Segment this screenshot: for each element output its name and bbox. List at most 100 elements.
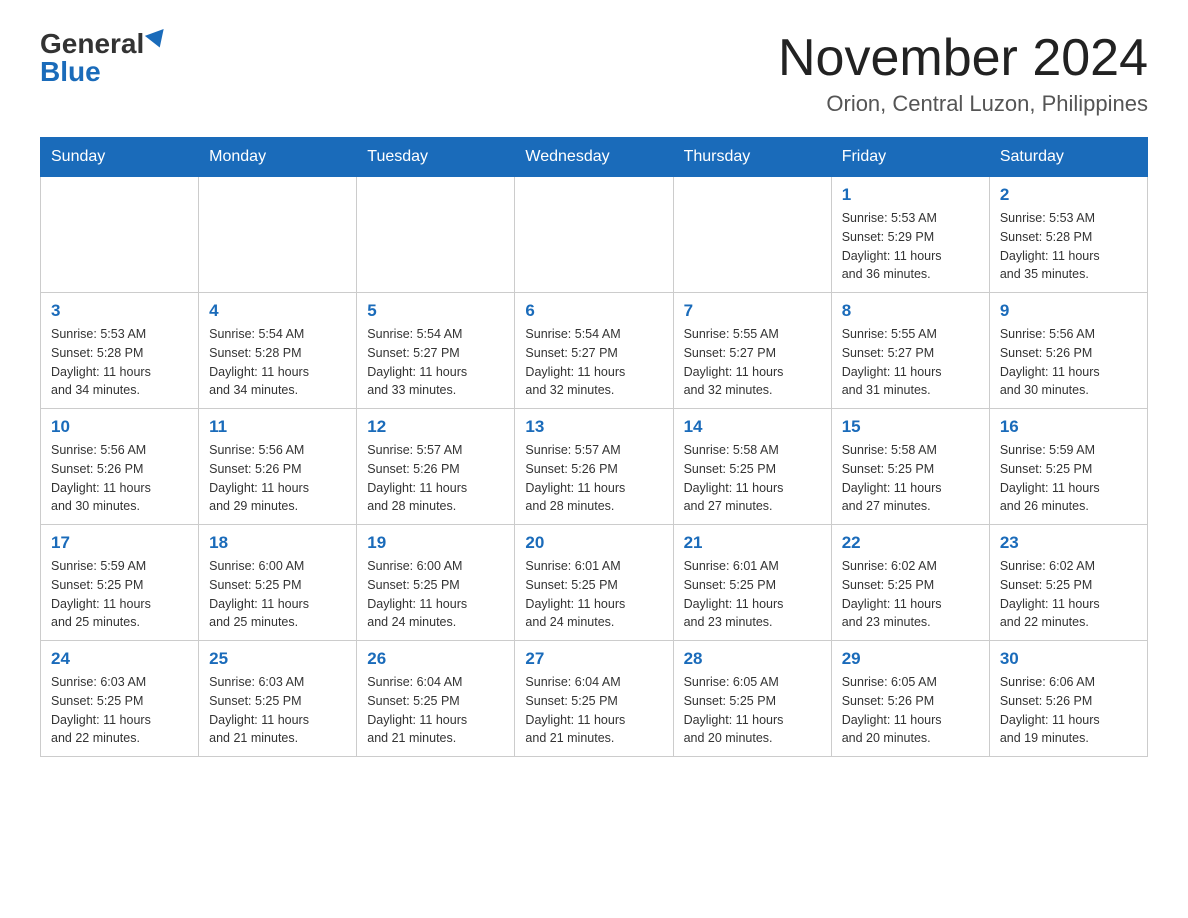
calendar-cell: 21 Sunrise: 6:01 AMSunset: 5:25 PMDayligh…: [673, 525, 831, 641]
day-info: Sunrise: 6:05 AMSunset: 5:25 PMDaylight:…: [684, 673, 821, 748]
calendar-cell: 15 Sunrise: 5:58 AMSunset: 5:25 PMDayligh…: [831, 409, 989, 525]
day-info: Sunrise: 5:55 AMSunset: 5:27 PMDaylight:…: [684, 325, 821, 400]
day-number: 18: [209, 533, 346, 553]
day-number: 24: [51, 649, 188, 669]
day-info: Sunrise: 5:59 AMSunset: 5:25 PMDaylight:…: [51, 557, 188, 632]
day-number: 10: [51, 417, 188, 437]
calendar-cell: 2 Sunrise: 5:53 AMSunset: 5:28 PMDaylight…: [989, 177, 1147, 293]
calendar-cell: 14 Sunrise: 5:58 AMSunset: 5:25 PMDayligh…: [673, 409, 831, 525]
calendar-cell: 5Sunrise: 5:54 AMSunset: 5:27 PMDaylight…: [357, 293, 515, 409]
day-number: 22: [842, 533, 979, 553]
calendar-header-tuesday: Tuesday: [357, 138, 515, 177]
day-info: Sunrise: 5:56 AMSunset: 5:26 PMDaylight:…: [1000, 325, 1137, 400]
calendar-cell: 1Sunrise: 5:53 AMSunset: 5:29 PMDaylight…: [831, 177, 989, 293]
calendar-cell: 12 Sunrise: 5:57 AMSunset: 5:26 PMDayligh…: [357, 409, 515, 525]
calendar-header-wednesday: Wednesday: [515, 138, 673, 177]
calendar-cell: 11Sunrise: 5:56 AMSunset: 5:26 PMDayligh…: [199, 409, 357, 525]
calendar-cell: 17 Sunrise: 5:59 AMSunset: 5:25 PMDayligh…: [41, 525, 199, 641]
calendar-cell: 26 Sunrise: 6:04 AMSunset: 5:25 PMDayligh…: [357, 641, 515, 757]
calendar-cell: 16 Sunrise: 5:59 AMSunset: 5:25 PMDayligh…: [989, 409, 1147, 525]
calendar-cell: [41, 177, 199, 293]
day-number: 25: [209, 649, 346, 669]
day-info: Sunrise: 5:59 AMSunset: 5:25 PMDaylight:…: [1000, 441, 1137, 516]
day-info: Sunrise: 6:06 AMSunset: 5:26 PMDaylight:…: [1000, 673, 1137, 748]
day-info: Sunrise: 6:00 AMSunset: 5:25 PMDaylight:…: [367, 557, 504, 632]
day-number: 20: [525, 533, 662, 553]
day-info: Sunrise: 5:58 AMSunset: 5:25 PMDaylight:…: [842, 441, 979, 516]
day-info: Sunrise: 6:03 AMSunset: 5:25 PMDaylight:…: [209, 673, 346, 748]
calendar-cell: 27 Sunrise: 6:04 AMSunset: 5:25 PMDayligh…: [515, 641, 673, 757]
calendar-cell: 20 Sunrise: 6:01 AMSunset: 5:25 PMDayligh…: [515, 525, 673, 641]
day-number: 30: [1000, 649, 1137, 669]
day-number: 28: [684, 649, 821, 669]
day-info: Sunrise: 6:01 AMSunset: 5:25 PMDaylight:…: [525, 557, 662, 632]
calendar-cell: 7 Sunrise: 5:55 AMSunset: 5:27 PMDaylight…: [673, 293, 831, 409]
day-number: 29: [842, 649, 979, 669]
day-info: Sunrise: 5:58 AMSunset: 5:25 PMDaylight:…: [684, 441, 821, 516]
page-header: General Blue November 2024 Orion, Centra…: [40, 30, 1148, 117]
calendar-week-4: 17 Sunrise: 5:59 AMSunset: 5:25 PMDayligh…: [41, 525, 1148, 641]
day-number: 15: [842, 417, 979, 437]
day-number: 3: [51, 301, 188, 321]
day-number: 7: [684, 301, 821, 321]
calendar-table: SundayMondayTuesdayWednesdayThursdayFrid…: [40, 137, 1148, 757]
calendar-cell: 23 Sunrise: 6:02 AMSunset: 5:25 PMDayligh…: [989, 525, 1147, 641]
day-number: 12: [367, 417, 504, 437]
day-info: Sunrise: 6:02 AMSunset: 5:25 PMDaylight:…: [1000, 557, 1137, 632]
day-info: Sunrise: 5:53 AMSunset: 5:28 PMDaylight:…: [1000, 209, 1137, 284]
calendar-cell: 30 Sunrise: 6:06 AMSunset: 5:26 PMDayligh…: [989, 641, 1147, 757]
calendar-cell: 13Sunrise: 5:57 AMSunset: 5:26 PMDayligh…: [515, 409, 673, 525]
day-info: Sunrise: 6:04 AMSunset: 5:25 PMDaylight:…: [525, 673, 662, 748]
day-info: Sunrise: 6:01 AMSunset: 5:25 PMDaylight:…: [684, 557, 821, 632]
calendar-week-2: 3 Sunrise: 5:53 AMSunset: 5:28 PMDaylight…: [41, 293, 1148, 409]
day-info: Sunrise: 5:54 AMSunset: 5:27 PMDaylight:…: [367, 325, 504, 400]
day-number: 21: [684, 533, 821, 553]
day-number: 27: [525, 649, 662, 669]
calendar-week-5: 24 Sunrise: 6:03 AMSunset: 5:25 PMDayligh…: [41, 641, 1148, 757]
day-info: Sunrise: 5:53 AMSunset: 5:29 PMDaylight:…: [842, 209, 979, 284]
day-number: 2: [1000, 185, 1137, 205]
calendar-header-thursday: Thursday: [673, 138, 831, 177]
calendar-cell: 28 Sunrise: 6:05 AMSunset: 5:25 PMDayligh…: [673, 641, 831, 757]
day-info: Sunrise: 5:55 AMSunset: 5:27 PMDaylight:…: [842, 325, 979, 400]
calendar-cell: 9Sunrise: 5:56 AMSunset: 5:26 PMDaylight…: [989, 293, 1147, 409]
day-number: 17: [51, 533, 188, 553]
page-title: November 2024: [778, 30, 1148, 87]
day-info: Sunrise: 5:54 AMSunset: 5:28 PMDaylight:…: [209, 325, 346, 400]
calendar-header-sunday: Sunday: [41, 138, 199, 177]
day-number: 14: [684, 417, 821, 437]
day-number: 8: [842, 301, 979, 321]
day-info: Sunrise: 5:57 AMSunset: 5:26 PMDaylight:…: [525, 441, 662, 516]
day-info: Sunrise: 6:03 AMSunset: 5:25 PMDaylight:…: [51, 673, 188, 748]
day-info: Sunrise: 5:54 AMSunset: 5:27 PMDaylight:…: [525, 325, 662, 400]
calendar-cell: 10Sunrise: 5:56 AMSunset: 5:26 PMDayligh…: [41, 409, 199, 525]
calendar-cell: 29 Sunrise: 6:05 AMSunset: 5:26 PMDayligh…: [831, 641, 989, 757]
calendar-header-row: SundayMondayTuesdayWednesdayThursdayFrid…: [41, 138, 1148, 177]
day-number: 4: [209, 301, 346, 321]
day-info: Sunrise: 5:57 AMSunset: 5:26 PMDaylight:…: [367, 441, 504, 516]
day-number: 6: [525, 301, 662, 321]
calendar-cell: 6 Sunrise: 5:54 AMSunset: 5:27 PMDaylight…: [515, 293, 673, 409]
calendar-cell: 8 Sunrise: 5:55 AMSunset: 5:27 PMDaylight…: [831, 293, 989, 409]
day-info: Sunrise: 6:05 AMSunset: 5:26 PMDaylight:…: [842, 673, 979, 748]
logo: General Blue: [40, 30, 167, 86]
day-info: Sunrise: 6:04 AMSunset: 5:25 PMDaylight:…: [367, 673, 504, 748]
day-number: 26: [367, 649, 504, 669]
calendar-cell: 25 Sunrise: 6:03 AMSunset: 5:25 PMDayligh…: [199, 641, 357, 757]
calendar-cell: 4 Sunrise: 5:54 AMSunset: 5:28 PMDaylight…: [199, 293, 357, 409]
calendar-header-saturday: Saturday: [989, 138, 1147, 177]
calendar-cell: 22Sunrise: 6:02 AMSunset: 5:25 PMDayligh…: [831, 525, 989, 641]
calendar-header-friday: Friday: [831, 138, 989, 177]
calendar-cell: [357, 177, 515, 293]
calendar-cell: [673, 177, 831, 293]
day-number: 23: [1000, 533, 1137, 553]
logo-general-text: General: [40, 30, 144, 58]
day-info: Sunrise: 5:56 AMSunset: 5:26 PMDaylight:…: [209, 441, 346, 516]
day-number: 19: [367, 533, 504, 553]
title-section: November 2024 Orion, Central Luzon, Phil…: [778, 30, 1148, 117]
page-subtitle: Orion, Central Luzon, Philippines: [778, 91, 1148, 117]
calendar-cell: [515, 177, 673, 293]
day-number: 16: [1000, 417, 1137, 437]
day-info: Sunrise: 5:53 AMSunset: 5:28 PMDaylight:…: [51, 325, 188, 400]
calendar-week-1: 1Sunrise: 5:53 AMSunset: 5:29 PMDaylight…: [41, 177, 1148, 293]
